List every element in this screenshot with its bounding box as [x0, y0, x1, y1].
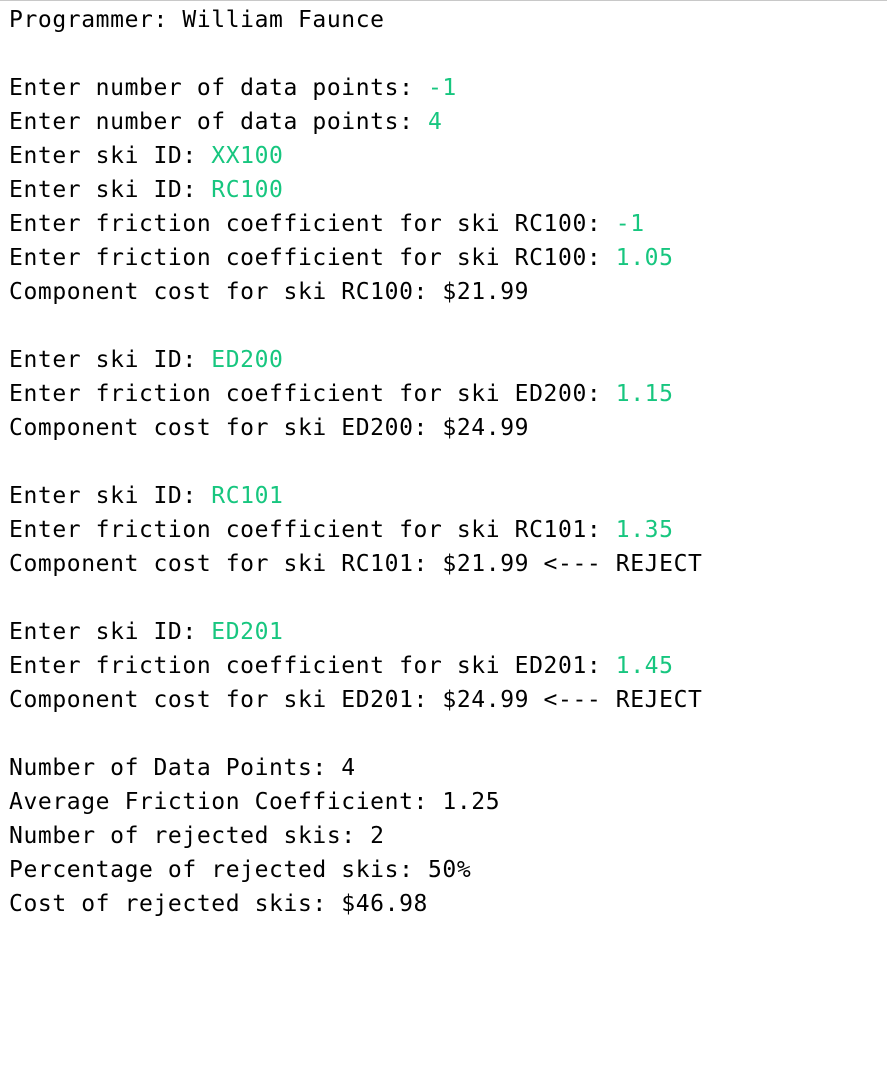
output-text: Enter ski ID:	[9, 619, 212, 645]
output-text: Enter ski ID:	[9, 143, 212, 169]
output-text: Programmer: William Faunce	[9, 7, 385, 33]
console-line: Enter ski ID: XX100	[9, 139, 879, 173]
console-line: Enter friction coefficient for ski ED201…	[9, 649, 879, 683]
output-text: Enter friction coefficient for ski RC101…	[9, 517, 616, 543]
console-line: Enter ski ID: ED201	[9, 615, 879, 649]
console-line: Cost of rejected skis: $46.98	[9, 887, 879, 921]
console-line: Enter ski ID: RC100	[9, 173, 879, 207]
user-input-text: ED200	[211, 347, 284, 373]
user-input-text: RC101	[211, 483, 284, 509]
user-input-text: 1.05	[615, 245, 674, 271]
user-input-text: 1.15	[615, 381, 674, 407]
output-text: Enter ski ID:	[9, 483, 212, 509]
output-text: Enter ski ID:	[9, 347, 212, 373]
user-input-text: -1	[427, 75, 457, 101]
output-text: Component cost for ski RC100: $21.99	[9, 279, 530, 305]
user-input-text: ED201	[211, 619, 284, 645]
console-output: Programmer: William Faunce Enter number …	[9, 3, 879, 921]
output-text: Enter friction coefficient for ski RC100…	[9, 245, 616, 271]
output-text: Number of rejected skis: 2	[9, 823, 385, 849]
console-line: Average Friction Coefficient: 1.25	[9, 785, 879, 819]
console-line: Enter friction coefficient for ski ED200…	[9, 377, 879, 411]
console-line: Number of rejected skis: 2	[9, 819, 879, 853]
console-line: Enter ski ID: ED200	[9, 343, 879, 377]
console-line: Component cost for ski ED200: $24.99	[9, 411, 879, 445]
console-line: Enter friction coefficient for ski RC100…	[9, 207, 879, 241]
user-input-text: 1.45	[615, 653, 674, 679]
output-text: Enter friction coefficient for ski RC100…	[9, 211, 616, 237]
window-top-border	[0, 0, 887, 1]
console-line: Enter ski ID: RC101	[9, 479, 879, 513]
console-line: Enter friction coefficient for ski RC101…	[9, 513, 879, 547]
output-text: Cost of rejected skis: $46.98	[9, 891, 428, 917]
output-text: Number of Data Points: 4	[9, 755, 356, 781]
user-input-text: 1.35	[615, 517, 674, 543]
console-line: Programmer: William Faunce	[9, 3, 879, 37]
output-text: Enter number of data points:	[9, 75, 428, 101]
output-text: Enter number of data points:	[9, 109, 428, 135]
user-input-text: RC100	[211, 177, 284, 203]
console-line: Enter number of data points: 4	[9, 105, 879, 139]
output-text: Component cost for ski ED200: $24.99	[9, 415, 530, 441]
console-line: Enter number of data points: -1	[9, 71, 879, 105]
console-line: Component cost for ski RC101: $21.99 <--…	[9, 547, 879, 581]
output-text: Component cost for ski ED201: $24.99 <--…	[9, 687, 703, 713]
user-input-text: XX100	[211, 143, 284, 169]
console-line: Number of Data Points: 4	[9, 751, 879, 785]
output-text: Enter ski ID:	[9, 177, 212, 203]
console-line: Component cost for ski RC100: $21.99	[9, 275, 879, 309]
output-text: Percentage of rejected skis: 50%	[9, 857, 472, 883]
output-text: Enter friction coefficient for ski ED201…	[9, 653, 616, 679]
console-line: Enter friction coefficient for ski RC100…	[9, 241, 879, 275]
output-text: Component cost for ski RC101: $21.99 <--…	[9, 551, 703, 577]
console-line: Component cost for ski ED201: $24.99 <--…	[9, 683, 879, 717]
user-input-text: 4	[427, 109, 443, 135]
user-input-text: -1	[615, 211, 645, 237]
output-text: Enter friction coefficient for ski ED200…	[9, 381, 616, 407]
console-line: Percentage of rejected skis: 50%	[9, 853, 879, 887]
output-text: Average Friction Coefficient: 1.25	[9, 789, 501, 815]
